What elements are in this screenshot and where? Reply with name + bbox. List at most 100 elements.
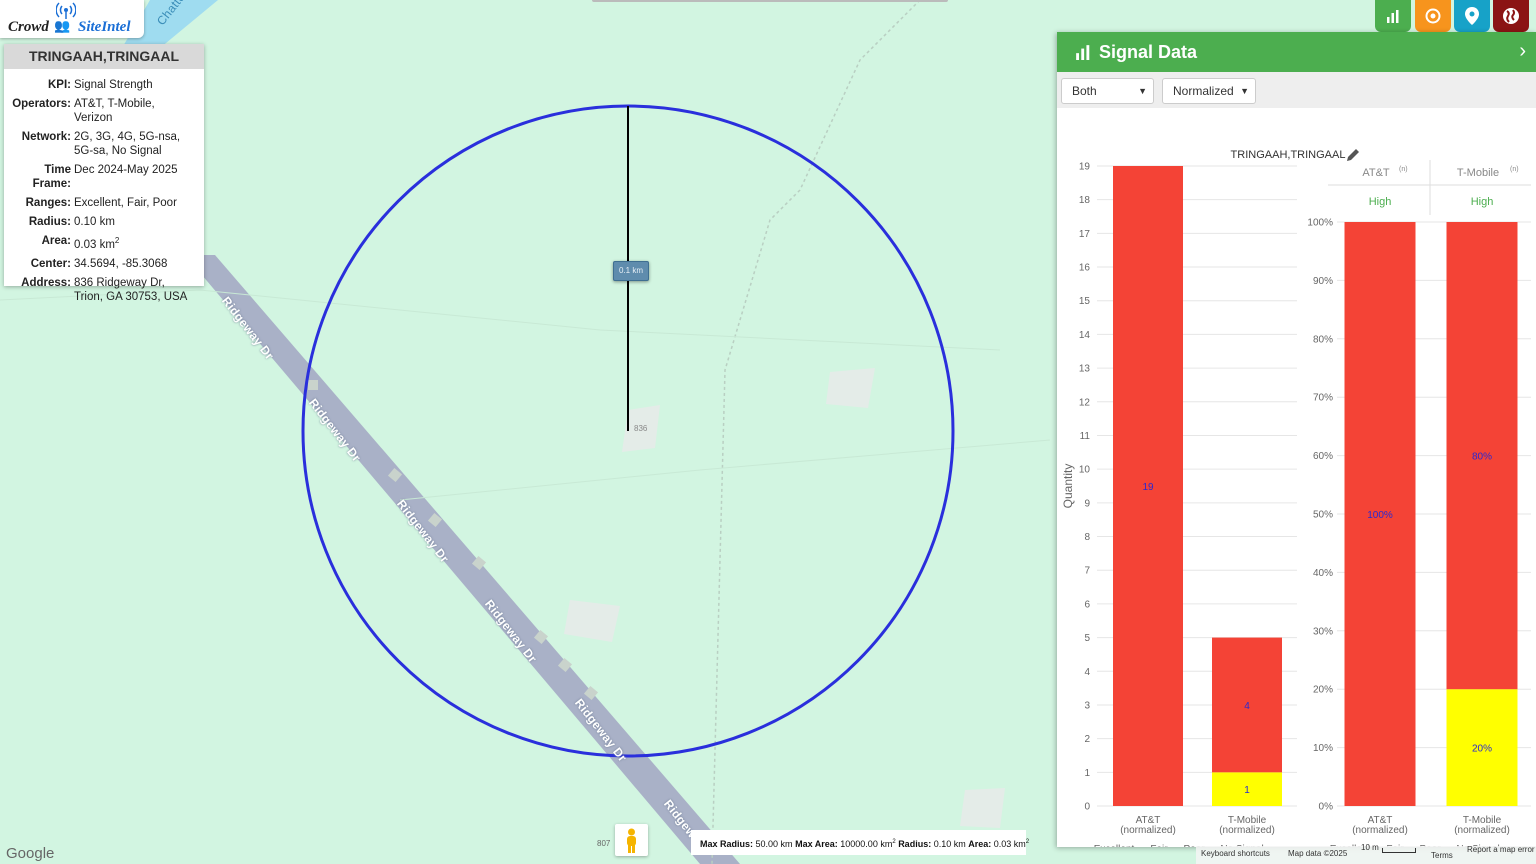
signal-level: High [1471, 196, 1494, 208]
scale-label: 10 m [1361, 843, 1379, 852]
status-bar: Max Radius: 50.00 km Max Area: 10000.00 … [691, 830, 1029, 855]
globe-icon [1503, 8, 1519, 24]
y-tick-label: 0 [1084, 802, 1090, 813]
status-label: Area: [968, 839, 992, 849]
y-tick-label: 10 [1079, 465, 1091, 476]
globe-button[interactable] [1493, 0, 1529, 32]
building [564, 600, 620, 642]
legend-label: Excellent [1094, 844, 1135, 847]
info-value: 0.03 km2 [74, 236, 120, 251]
y-tick-label: 15 [1079, 296, 1091, 307]
y-tick-label: 40% [1313, 568, 1333, 579]
info-key: Operators: [12, 98, 71, 110]
y-tick-label: 1 [1084, 768, 1090, 779]
info-value: 2G, 3G, 4G, 5G-nsa, 5G-sa, No Signal [74, 131, 181, 157]
info-key: Address: [21, 276, 71, 289]
terms-link[interactable]: Terms [1431, 848, 1453, 864]
y-tick-label: 10% [1313, 743, 1333, 754]
y-tick-label: 0% [1319, 802, 1334, 813]
location-pin-icon [1465, 7, 1479, 25]
data-label: 1 [1244, 785, 1250, 796]
operator-select-value: Both [1072, 84, 1097, 98]
y-tick-label: 30% [1313, 626, 1333, 637]
status-value: 50.00 km [755, 839, 793, 849]
y-tick-label: 12 [1079, 397, 1091, 408]
mode-select[interactable]: Normalized ▼ [1162, 78, 1256, 104]
y-tick-label: 11 [1080, 431, 1091, 442]
info-value: 836 Ridgeway Dr, Trion, GA 30753, USA [74, 276, 188, 303]
brand-crowd: Crowd [8, 19, 49, 35]
info-key: Area: [41, 235, 71, 247]
status-label: Max Area: [795, 839, 838, 849]
broadcast-icon [56, 2, 76, 19]
location-button[interactable] [1454, 0, 1490, 32]
brand-siteintel: SiteIntel [78, 19, 131, 35]
chart-title: TRINGAAH,TRINGAAL [1231, 149, 1346, 161]
operator-header: T-Mobile [1457, 167, 1499, 179]
status-value: 10000.00 km [840, 839, 893, 849]
info-key: Center: [30, 257, 71, 270]
mode-select-value: Normalized [1173, 84, 1234, 98]
street-view-pegman[interactable] [615, 824, 648, 856]
y-tick-label: 20% [1313, 685, 1333, 696]
y-tick-label: 6 [1084, 599, 1090, 610]
y-tick-label: 8 [1084, 532, 1090, 543]
y-tick-label: 19 [1079, 162, 1091, 173]
x-tick-label: (normalized) [1120, 825, 1176, 836]
building-small [308, 380, 318, 390]
target-icon [1425, 8, 1441, 24]
y-tick-label: 60% [1313, 451, 1333, 462]
signal-level: High [1369, 196, 1392, 208]
signal-controls: Both ▼ Normalized ▼ [1057, 72, 1536, 108]
signal-panel-header: Signal Data › [1057, 32, 1536, 72]
operator-header: AT&T [1362, 167, 1390, 179]
y-tick-label: 100% [1307, 218, 1333, 229]
info-row-time-frame: Time Frame: Dec 2024-May 2025 [4, 163, 204, 191]
chevron-right-icon[interactable]: › [1519, 40, 1526, 63]
report-map-error-link[interactable]: Report a map error [1467, 842, 1535, 858]
info-value: Dec 2024-May 2025 [74, 164, 178, 176]
data-label: 80% [1472, 452, 1492, 463]
y-tick-label: 70% [1313, 393, 1333, 404]
info-value: 0.10 km [74, 216, 115, 228]
y-tick-label: 7 [1084, 566, 1090, 577]
info-value: 34.5694, -85.3068 [74, 257, 168, 270]
y-tick-label: 50% [1313, 510, 1333, 521]
y-tick-label: 16 [1079, 263, 1091, 274]
keyboard-shortcuts-link[interactable]: Keyboard shortcuts [1201, 846, 1270, 862]
signal-charts: TRINGAAH,TRINGAAL01234567891011121314151… [1061, 149, 1531, 847]
x-tick-label: (normalized) [1219, 825, 1275, 836]
operator-select[interactable]: Both ▼ [1061, 78, 1154, 104]
info-row-center: Center: 34.5694, -85.3068 [4, 257, 204, 271]
signal-data-button[interactable] [1375, 0, 1411, 32]
app-logo[interactable]: Crowd 👥 SiteIntel [0, 0, 144, 38]
people-icon: 👥 [54, 18, 71, 33]
chevron-down-icon: ▼ [1138, 86, 1147, 96]
y-tick-label: 5 [1084, 633, 1090, 644]
target-button[interactable] [1415, 0, 1451, 32]
map-data-text: Map data ©2025 [1288, 849, 1348, 858]
y-tick-label: 2 [1084, 734, 1090, 745]
bar-chart-icon [1387, 10, 1399, 23]
data-label: 100% [1367, 510, 1393, 521]
map-attribution: Keyboard shortcuts Map data ©2025 10 m T… [1196, 843, 1536, 864]
area-info-panel: TRINGAAH,TRINGAAL KPI: Signal Strength Op… [4, 44, 204, 303]
info-value: Signal Strength [74, 79, 153, 91]
radius-distance-label[interactable]: 0.1 km [613, 261, 649, 281]
google-logo[interactable]: Google [6, 845, 54, 862]
building [960, 788, 1005, 828]
x-tick-label: (normalized) [1352, 825, 1408, 836]
pegman-icon [627, 828, 636, 853]
info-value: Excellent, Fair, Poor [74, 197, 177, 209]
y-tick-label: 13 [1079, 364, 1091, 375]
top-search-strip [592, 0, 948, 2]
y-tick-label: 80% [1313, 334, 1333, 345]
y-tick-label: 14 [1079, 330, 1091, 341]
operator-header-sup: (n) [1510, 166, 1519, 173]
info-key: Ranges: [25, 197, 71, 209]
scale-bar [1382, 848, 1416, 853]
info-row-operators: Operators: AT&T, T-Mobile, Verizon [4, 97, 204, 125]
data-label: 4 [1244, 701, 1250, 712]
info-key: Network: [21, 131, 71, 143]
y-tick-label: 4 [1084, 667, 1090, 678]
